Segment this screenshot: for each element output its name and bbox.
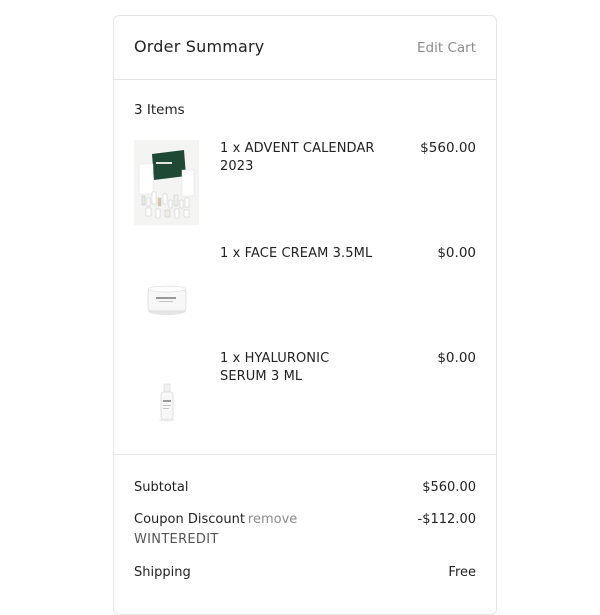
totals-divider — [114, 454, 496, 455]
coupon-value: -$112.00 — [417, 512, 476, 527]
cart-item: 1 x ADVENT CALENDAR 2023 $560.00 — [134, 140, 476, 230]
item-price: $0.00 — [437, 350, 476, 366]
edit-cart-link[interactable]: Edit Cart — [417, 40, 476, 56]
subtotal-label: Subtotal — [134, 480, 189, 495]
subtotal-value: $560.00 — [422, 480, 476, 495]
item-price: $560.00 — [420, 140, 476, 156]
item-name: 1 x ADVENT CALENDAR 2023 — [220, 141, 375, 174]
cart-item: 1 x HYALURONIC SERUM 3 ML $0.00 — [134, 350, 476, 440]
serum-bottle-image — [134, 350, 199, 435]
item-price: $0.00 — [437, 245, 476, 261]
remove-coupon-link[interactable]: remove — [248, 512, 297, 527]
face-cream-jar-image — [134, 245, 199, 330]
cart-item: 1 x FACE CREAM 3.5ML $0.00 — [134, 245, 476, 335]
item-name: 1 x HYALURONIC SERUM 3 ML — [220, 351, 330, 384]
order-summary-header: Order Summary Edit Cart — [114, 16, 496, 80]
item-name: 1 x FACE CREAM 3.5ML — [220, 246, 373, 261]
coupon-label-group: Coupon Discount remove — [134, 512, 297, 527]
advent-calendar-product-image — [134, 140, 199, 225]
coupon-code: WINTEREDIT — [134, 532, 219, 547]
coupon-label: Coupon Discount — [134, 512, 245, 527]
order-summary-card: Order Summary Edit Cart 3 Items 1 x ADVE… — [113, 15, 497, 615]
shipping-label: Shipping — [134, 565, 191, 580]
order-summary-title: Order Summary — [134, 37, 265, 56]
shipping-value: Free — [448, 565, 476, 580]
items-count: 3 Items — [134, 102, 185, 118]
